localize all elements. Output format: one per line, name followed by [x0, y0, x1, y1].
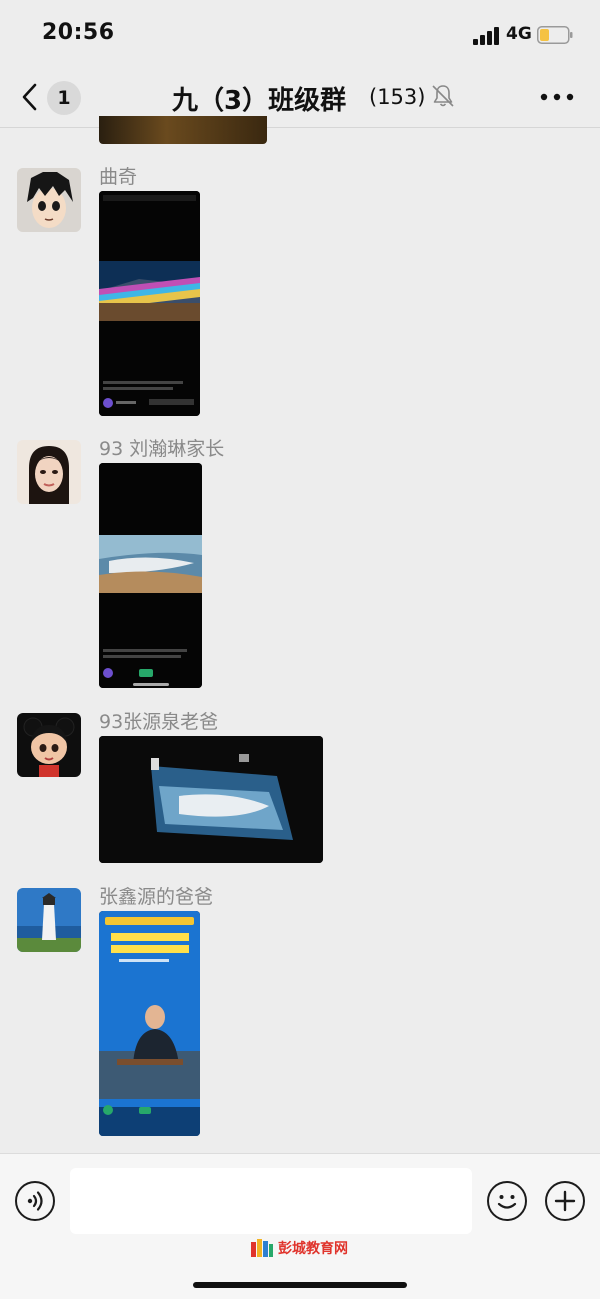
signal-icon [473, 27, 499, 45]
livestream-screenshot-thumbnail [99, 911, 200, 1136]
watermark: 彭城教育网 [250, 1236, 360, 1260]
watermark-text: 彭城教育网 [278, 1241, 348, 1257]
sender-name: 93 刘瀚琳家长 [99, 438, 225, 460]
header-divider [0, 127, 600, 128]
back-arrow-icon[interactable] [18, 82, 42, 112]
avatar[interactable] [17, 168, 81, 232]
plus-icon [554, 1190, 576, 1212]
message-text-input[interactable] [70, 1168, 472, 1234]
battery-icon [537, 26, 573, 44]
chat-title: 九（3）班级群 [172, 86, 347, 116]
cartoon-girl-avatar-icon [17, 713, 81, 777]
more-options-icon[interactable] [540, 92, 574, 102]
emoji-button[interactable] [487, 1181, 527, 1221]
video-screenshot-thumbnail [99, 463, 202, 688]
member-count: (153) [369, 85, 426, 109]
avatar[interactable] [17, 888, 81, 952]
unread-count-badge[interactable]: 1 [47, 81, 81, 115]
image-message[interactable] [99, 191, 200, 416]
image-message[interactable] [99, 911, 200, 1136]
video-frame-thumbnail [99, 736, 323, 863]
smiley-face-icon [497, 1195, 517, 1209]
status-time: 20:56 [42, 20, 115, 45]
woman-portrait-avatar-icon [17, 440, 81, 504]
video-screenshot-thumbnail [99, 191, 200, 416]
sender-name: 93张源泉老爸 [99, 711, 219, 733]
message-input-bar: 彭城教育网 [0, 1153, 600, 1299]
avatar[interactable] [17, 713, 81, 777]
voice-input-button[interactable] [15, 1181, 55, 1221]
previous-image-message[interactable] [99, 116, 267, 144]
avatar[interactable] [17, 440, 81, 504]
books-logo-icon [251, 1239, 273, 1257]
more-functions-button[interactable] [545, 1181, 585, 1221]
anime-boy-avatar-icon [17, 168, 81, 232]
lighthouse-avatar-icon [17, 888, 81, 952]
sender-name: 曲奇 [99, 166, 138, 188]
status-bar: 20:56 4G [0, 0, 600, 70]
home-indicator[interactable] [193, 1282, 407, 1288]
mute-bell-icon [432, 85, 454, 107]
network-type: 4G [506, 24, 532, 44]
image-message[interactable] [99, 736, 323, 863]
voice-wave-icon [27, 1191, 43, 1211]
image-message[interactable] [99, 463, 202, 688]
sender-name: 张鑫源的爸爸 [99, 886, 214, 908]
chat-header: 1 九（3）班级群 (153) [0, 70, 600, 126]
